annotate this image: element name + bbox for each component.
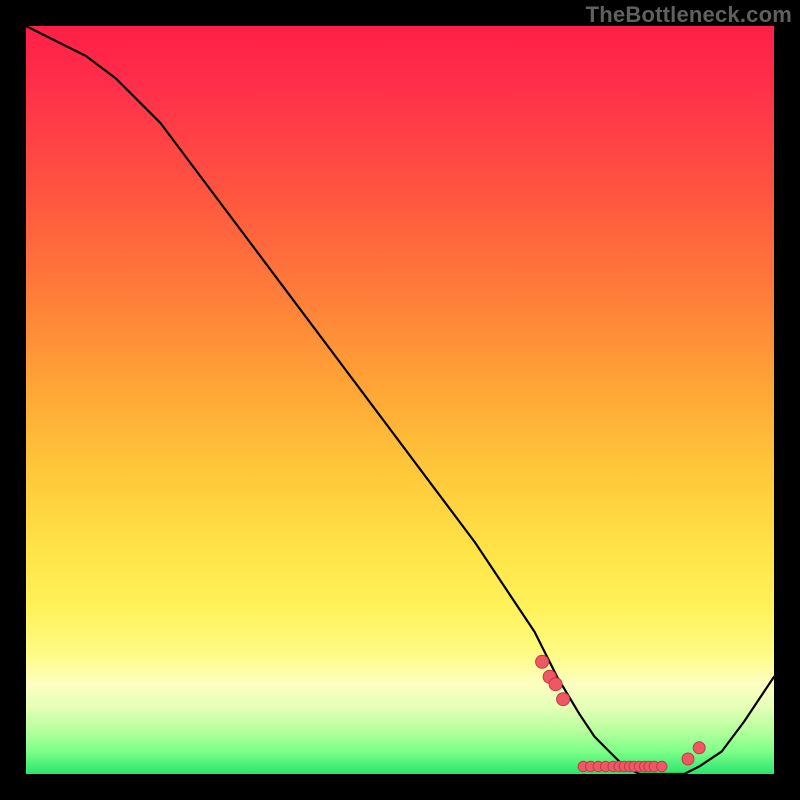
highlight-dot (693, 742, 705, 754)
highlight-dot (536, 655, 549, 668)
highlight-dot (657, 761, 667, 771)
highlight-dot (557, 693, 570, 706)
curve-svg (26, 26, 774, 774)
chart-frame: TheBottleneck.com (0, 0, 800, 800)
bottleneck-curve (26, 26, 774, 774)
plot-area (26, 26, 774, 774)
highlight-dots (536, 655, 706, 771)
highlight-dot (549, 678, 562, 691)
watermark-text: TheBottleneck.com (586, 2, 792, 28)
highlight-dot (682, 753, 694, 765)
